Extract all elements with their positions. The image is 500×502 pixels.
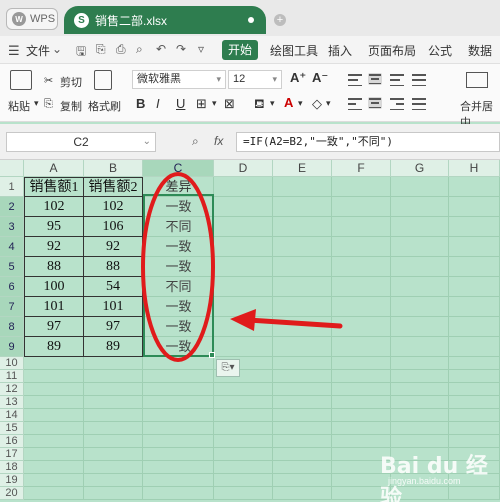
- pointer-arrow-shaft: [245, 317, 343, 329]
- wps-window: W WPS S 销售二部.xlsx + ☰ 文件 ⌄ 🖫 ⎘ ⎙ ⌕ ↶ ↷ ▿…: [0, 0, 500, 502]
- watermark-logo: Bai du 经验: [380, 454, 488, 502]
- annotation-overlay: [141, 172, 343, 362]
- watermark-url: jingyan.baidu.com: [388, 476, 461, 486]
- pointer-arrow-head: [230, 309, 256, 331]
- highlight-ellipse: [141, 172, 215, 362]
